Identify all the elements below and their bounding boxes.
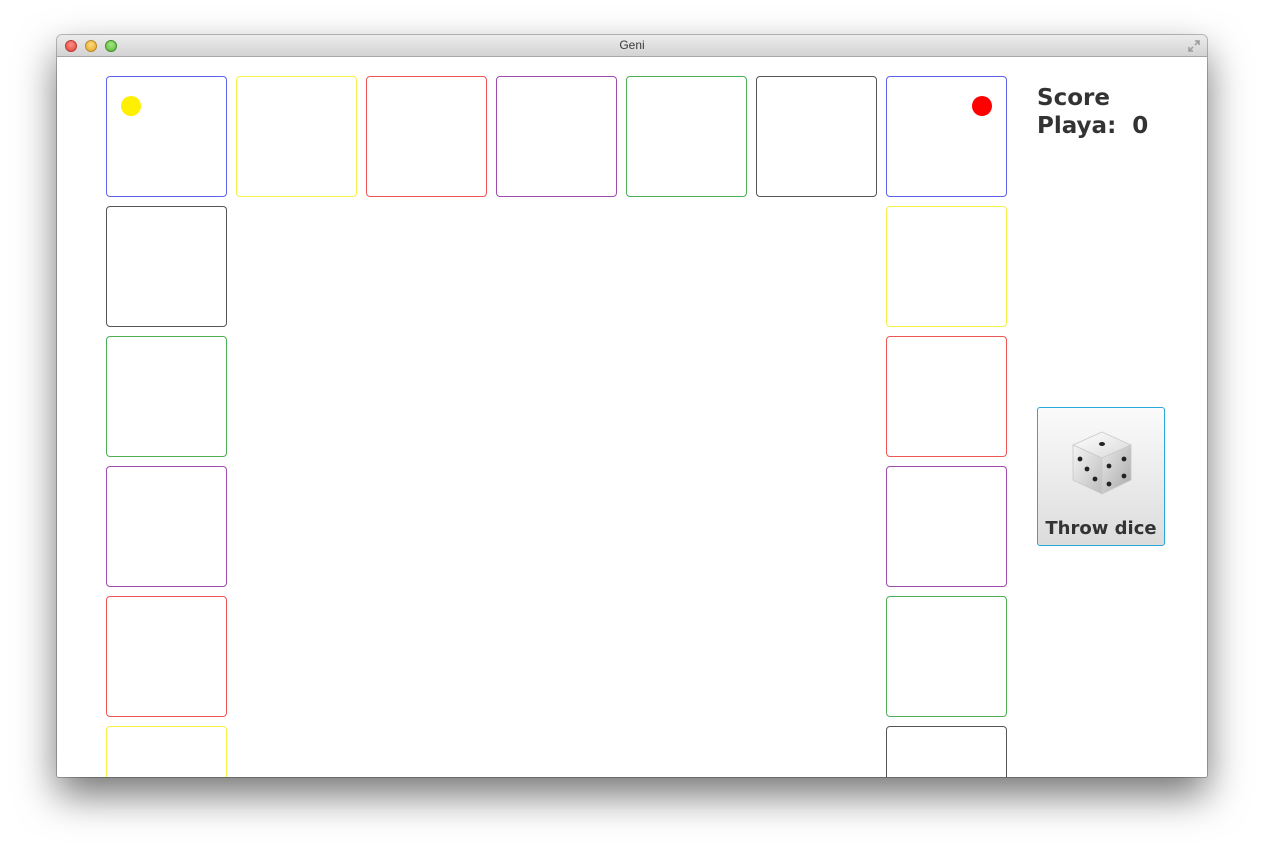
player-token	[972, 96, 992, 116]
board-tile-left-2	[106, 336, 227, 457]
window-title: Geni	[619, 38, 645, 52]
board-tile-right-1	[886, 206, 1007, 327]
player-token	[121, 96, 141, 116]
player-score-value: 0	[1132, 113, 1149, 139]
board-tile-top-2	[236, 76, 357, 197]
board-tile-right-5	[886, 726, 1007, 777]
dice-icon	[1072, 431, 1132, 495]
board-tile-top-4	[496, 76, 617, 197]
title-bar: Geni	[57, 35, 1207, 57]
board-tile-right-3	[886, 466, 1007, 587]
board-tile-right-2	[886, 336, 1007, 457]
board-tile-top-5	[626, 76, 747, 197]
score-heading: Score	[1037, 85, 1110, 111]
board-tile-top-6	[756, 76, 877, 197]
board-tile-right-4	[886, 596, 1007, 717]
board-tile-left-4	[106, 596, 227, 717]
board-tile-left-5	[106, 726, 227, 777]
board-tile-left-1	[106, 206, 227, 327]
board-tile-top-7	[886, 76, 1007, 197]
throw-dice-button[interactable]: Throw dice	[1037, 407, 1165, 546]
board-tile-left-3	[106, 466, 227, 587]
throw-dice-label: Throw dice	[1045, 518, 1157, 539]
game-area: Score Playa: 0 Throw dice	[57, 57, 1207, 777]
player-score-label: Playa:	[1037, 113, 1117, 139]
game-window: Geni Score Playa: 0 Throw dice	[57, 35, 1207, 777]
fullscreen-icon[interactable]	[1187, 39, 1201, 53]
board-tile-top-1	[106, 76, 227, 197]
board-tile-top-3	[366, 76, 487, 197]
player-score: Playa: 0	[1037, 113, 1148, 139]
